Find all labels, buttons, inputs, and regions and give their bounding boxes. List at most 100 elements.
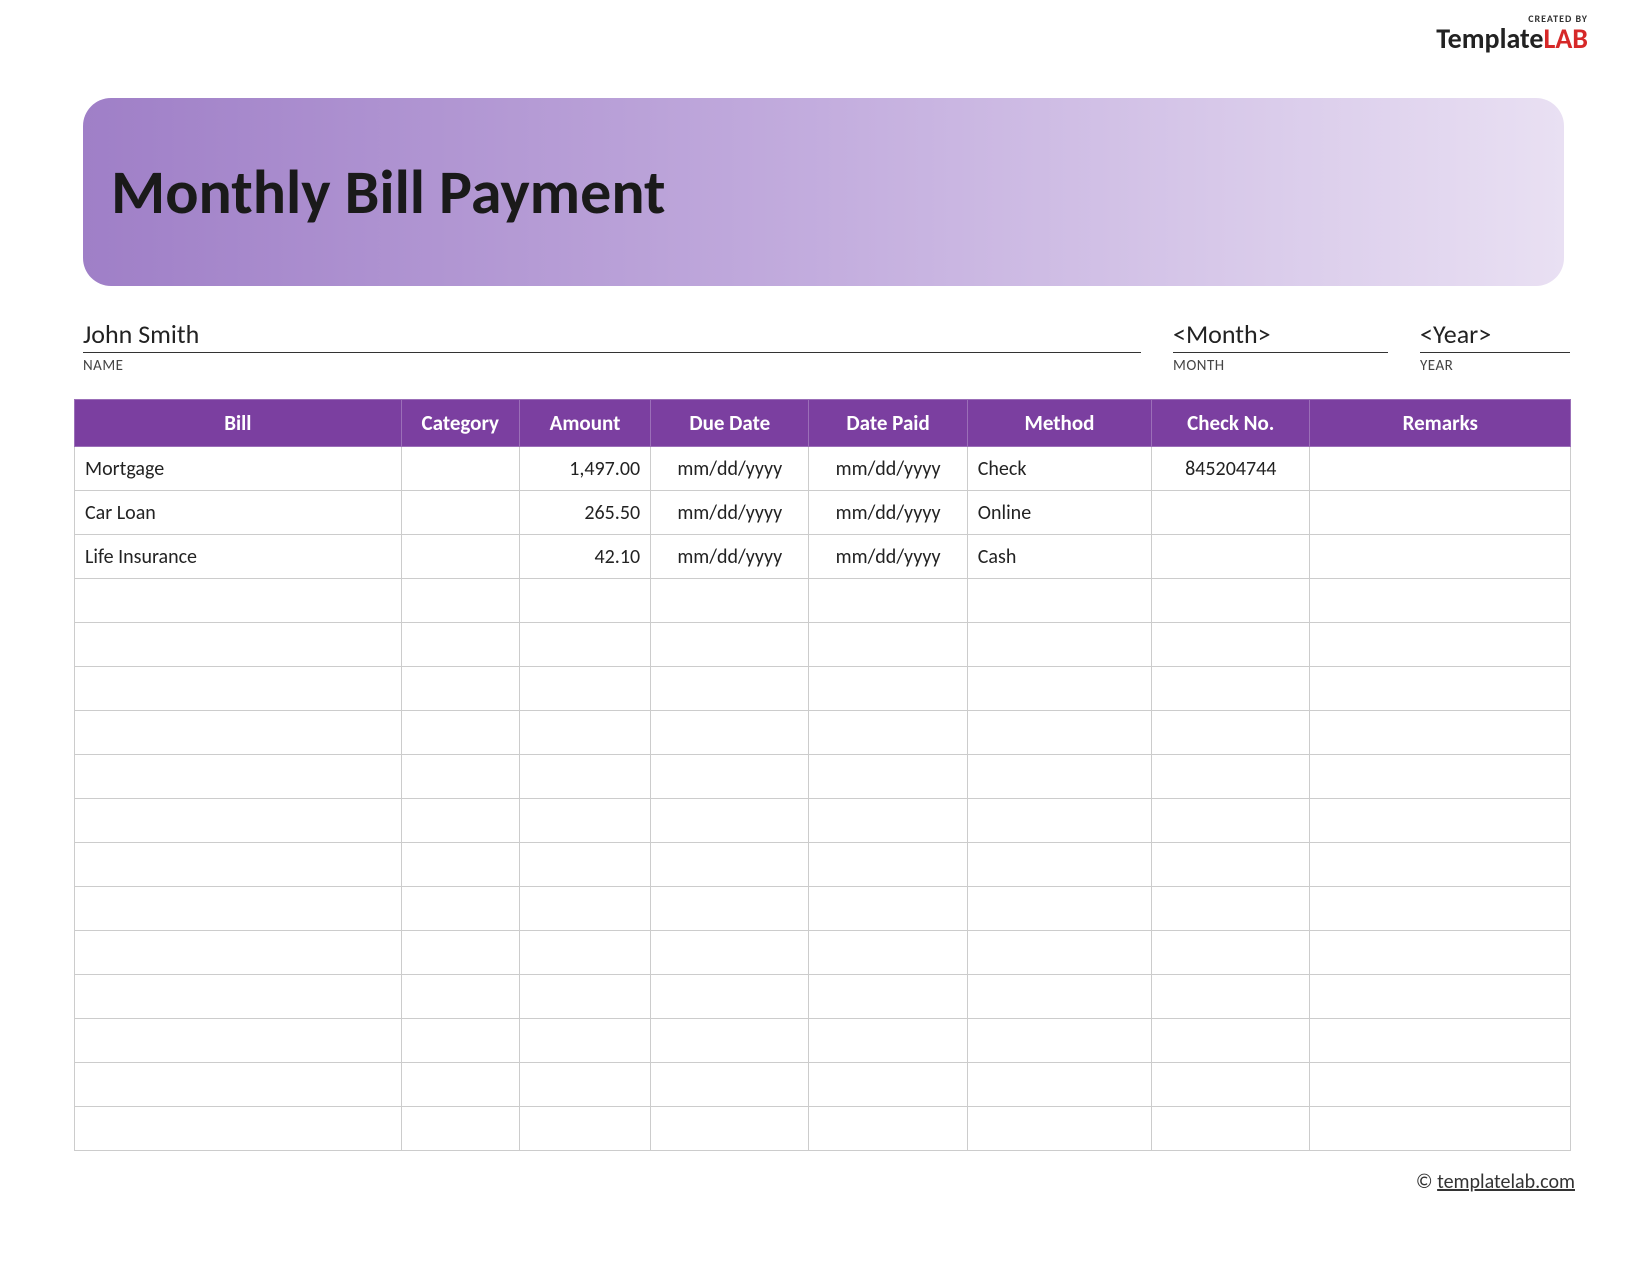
- footer-link[interactable]: templatelab.com: [1437, 1170, 1575, 1194]
- cell-amount[interactable]: [519, 887, 650, 931]
- cell-bill[interactable]: [75, 931, 402, 975]
- cell-bill[interactable]: [75, 1019, 402, 1063]
- cell-amount[interactable]: [519, 667, 650, 711]
- cell-bill[interactable]: Mortgage: [75, 447, 402, 491]
- cell-bill[interactable]: [75, 1107, 402, 1151]
- cell-remarks[interactable]: [1310, 711, 1571, 755]
- cell-amount[interactable]: [519, 799, 650, 843]
- cell-check_no[interactable]: [1152, 799, 1310, 843]
- cell-check_no[interactable]: [1152, 843, 1310, 887]
- cell-method[interactable]: Cash: [967, 535, 1151, 579]
- cell-bill[interactable]: [75, 579, 402, 623]
- cell-due_date[interactable]: [651, 887, 809, 931]
- cell-check_no[interactable]: [1152, 1019, 1310, 1063]
- cell-check_no[interactable]: [1152, 623, 1310, 667]
- cell-remarks[interactable]: [1310, 667, 1571, 711]
- cell-amount[interactable]: 42.10: [519, 535, 650, 579]
- cell-date_paid[interactable]: mm/dd/yyyy: [809, 447, 967, 491]
- cell-amount[interactable]: [519, 1019, 650, 1063]
- cell-category[interactable]: [401, 931, 519, 975]
- cell-bill[interactable]: Car Loan: [75, 491, 402, 535]
- cell-bill[interactable]: [75, 711, 402, 755]
- cell-method[interactable]: [967, 711, 1151, 755]
- cell-check_no[interactable]: [1152, 579, 1310, 623]
- cell-category[interactable]: [401, 887, 519, 931]
- cell-category[interactable]: [401, 491, 519, 535]
- cell-remarks[interactable]: [1310, 755, 1571, 799]
- cell-check_no[interactable]: 845204744: [1152, 447, 1310, 491]
- cell-check_no[interactable]: [1152, 535, 1310, 579]
- cell-amount[interactable]: [519, 579, 650, 623]
- cell-date_paid[interactable]: [809, 1063, 967, 1107]
- cell-bill[interactable]: [75, 623, 402, 667]
- cell-remarks[interactable]: [1310, 843, 1571, 887]
- cell-check_no[interactable]: [1152, 711, 1310, 755]
- cell-category[interactable]: [401, 711, 519, 755]
- cell-check_no[interactable]: [1152, 887, 1310, 931]
- cell-date_paid[interactable]: mm/dd/yyyy: [809, 535, 967, 579]
- cell-remarks[interactable]: [1310, 799, 1571, 843]
- cell-due_date[interactable]: [651, 755, 809, 799]
- cell-due_date[interactable]: [651, 975, 809, 1019]
- cell-category[interactable]: [401, 799, 519, 843]
- cell-remarks[interactable]: [1310, 1107, 1571, 1151]
- cell-date_paid[interactable]: [809, 799, 967, 843]
- cell-method[interactable]: Online: [967, 491, 1151, 535]
- cell-amount[interactable]: [519, 843, 650, 887]
- cell-date_paid[interactable]: [809, 755, 967, 799]
- cell-remarks[interactable]: [1310, 535, 1571, 579]
- cell-due_date[interactable]: [651, 843, 809, 887]
- cell-category[interactable]: [401, 843, 519, 887]
- cell-due_date[interactable]: [651, 1019, 809, 1063]
- cell-date_paid[interactable]: [809, 667, 967, 711]
- cell-amount[interactable]: [519, 931, 650, 975]
- cell-amount[interactable]: [519, 1107, 650, 1151]
- cell-remarks[interactable]: [1310, 491, 1571, 535]
- cell-date_paid[interactable]: [809, 887, 967, 931]
- cell-method[interactable]: [967, 1107, 1151, 1151]
- cell-due_date[interactable]: [651, 623, 809, 667]
- name-value[interactable]: John Smith: [83, 318, 1141, 353]
- cell-bill[interactable]: [75, 975, 402, 1019]
- cell-remarks[interactable]: [1310, 1063, 1571, 1107]
- cell-amount[interactable]: [519, 1063, 650, 1107]
- cell-method[interactable]: [967, 931, 1151, 975]
- cell-date_paid[interactable]: [809, 623, 967, 667]
- cell-due_date[interactable]: [651, 667, 809, 711]
- cell-bill[interactable]: [75, 799, 402, 843]
- cell-remarks[interactable]: [1310, 931, 1571, 975]
- cell-method[interactable]: [967, 799, 1151, 843]
- cell-check_no[interactable]: [1152, 667, 1310, 711]
- cell-check_no[interactable]: [1152, 755, 1310, 799]
- cell-category[interactable]: [401, 755, 519, 799]
- cell-amount[interactable]: [519, 711, 650, 755]
- cell-date_paid[interactable]: [809, 975, 967, 1019]
- cell-category[interactable]: [401, 1107, 519, 1151]
- cell-amount[interactable]: 265.50: [519, 491, 650, 535]
- cell-bill[interactable]: [75, 667, 402, 711]
- cell-due_date[interactable]: [651, 1063, 809, 1107]
- cell-amount[interactable]: [519, 975, 650, 1019]
- year-value[interactable]: <Year>: [1420, 318, 1570, 353]
- cell-date_paid[interactable]: [809, 579, 967, 623]
- cell-due_date[interactable]: [651, 799, 809, 843]
- cell-amount[interactable]: [519, 623, 650, 667]
- cell-method[interactable]: [967, 579, 1151, 623]
- cell-due_date[interactable]: mm/dd/yyyy: [651, 447, 809, 491]
- cell-category[interactable]: [401, 975, 519, 1019]
- month-value[interactable]: <Month>: [1173, 318, 1388, 353]
- cell-remarks[interactable]: [1310, 1019, 1571, 1063]
- cell-date_paid[interactable]: mm/dd/yyyy: [809, 491, 967, 535]
- cell-category[interactable]: [401, 1019, 519, 1063]
- cell-remarks[interactable]: [1310, 887, 1571, 931]
- cell-category[interactable]: [401, 1063, 519, 1107]
- cell-bill[interactable]: [75, 887, 402, 931]
- cell-category[interactable]: [401, 623, 519, 667]
- cell-check_no[interactable]: [1152, 1063, 1310, 1107]
- cell-remarks[interactable]: [1310, 447, 1571, 491]
- cell-due_date[interactable]: mm/dd/yyyy: [651, 535, 809, 579]
- cell-check_no[interactable]: [1152, 931, 1310, 975]
- cell-category[interactable]: [401, 579, 519, 623]
- cell-date_paid[interactable]: [809, 1019, 967, 1063]
- cell-due_date[interactable]: [651, 711, 809, 755]
